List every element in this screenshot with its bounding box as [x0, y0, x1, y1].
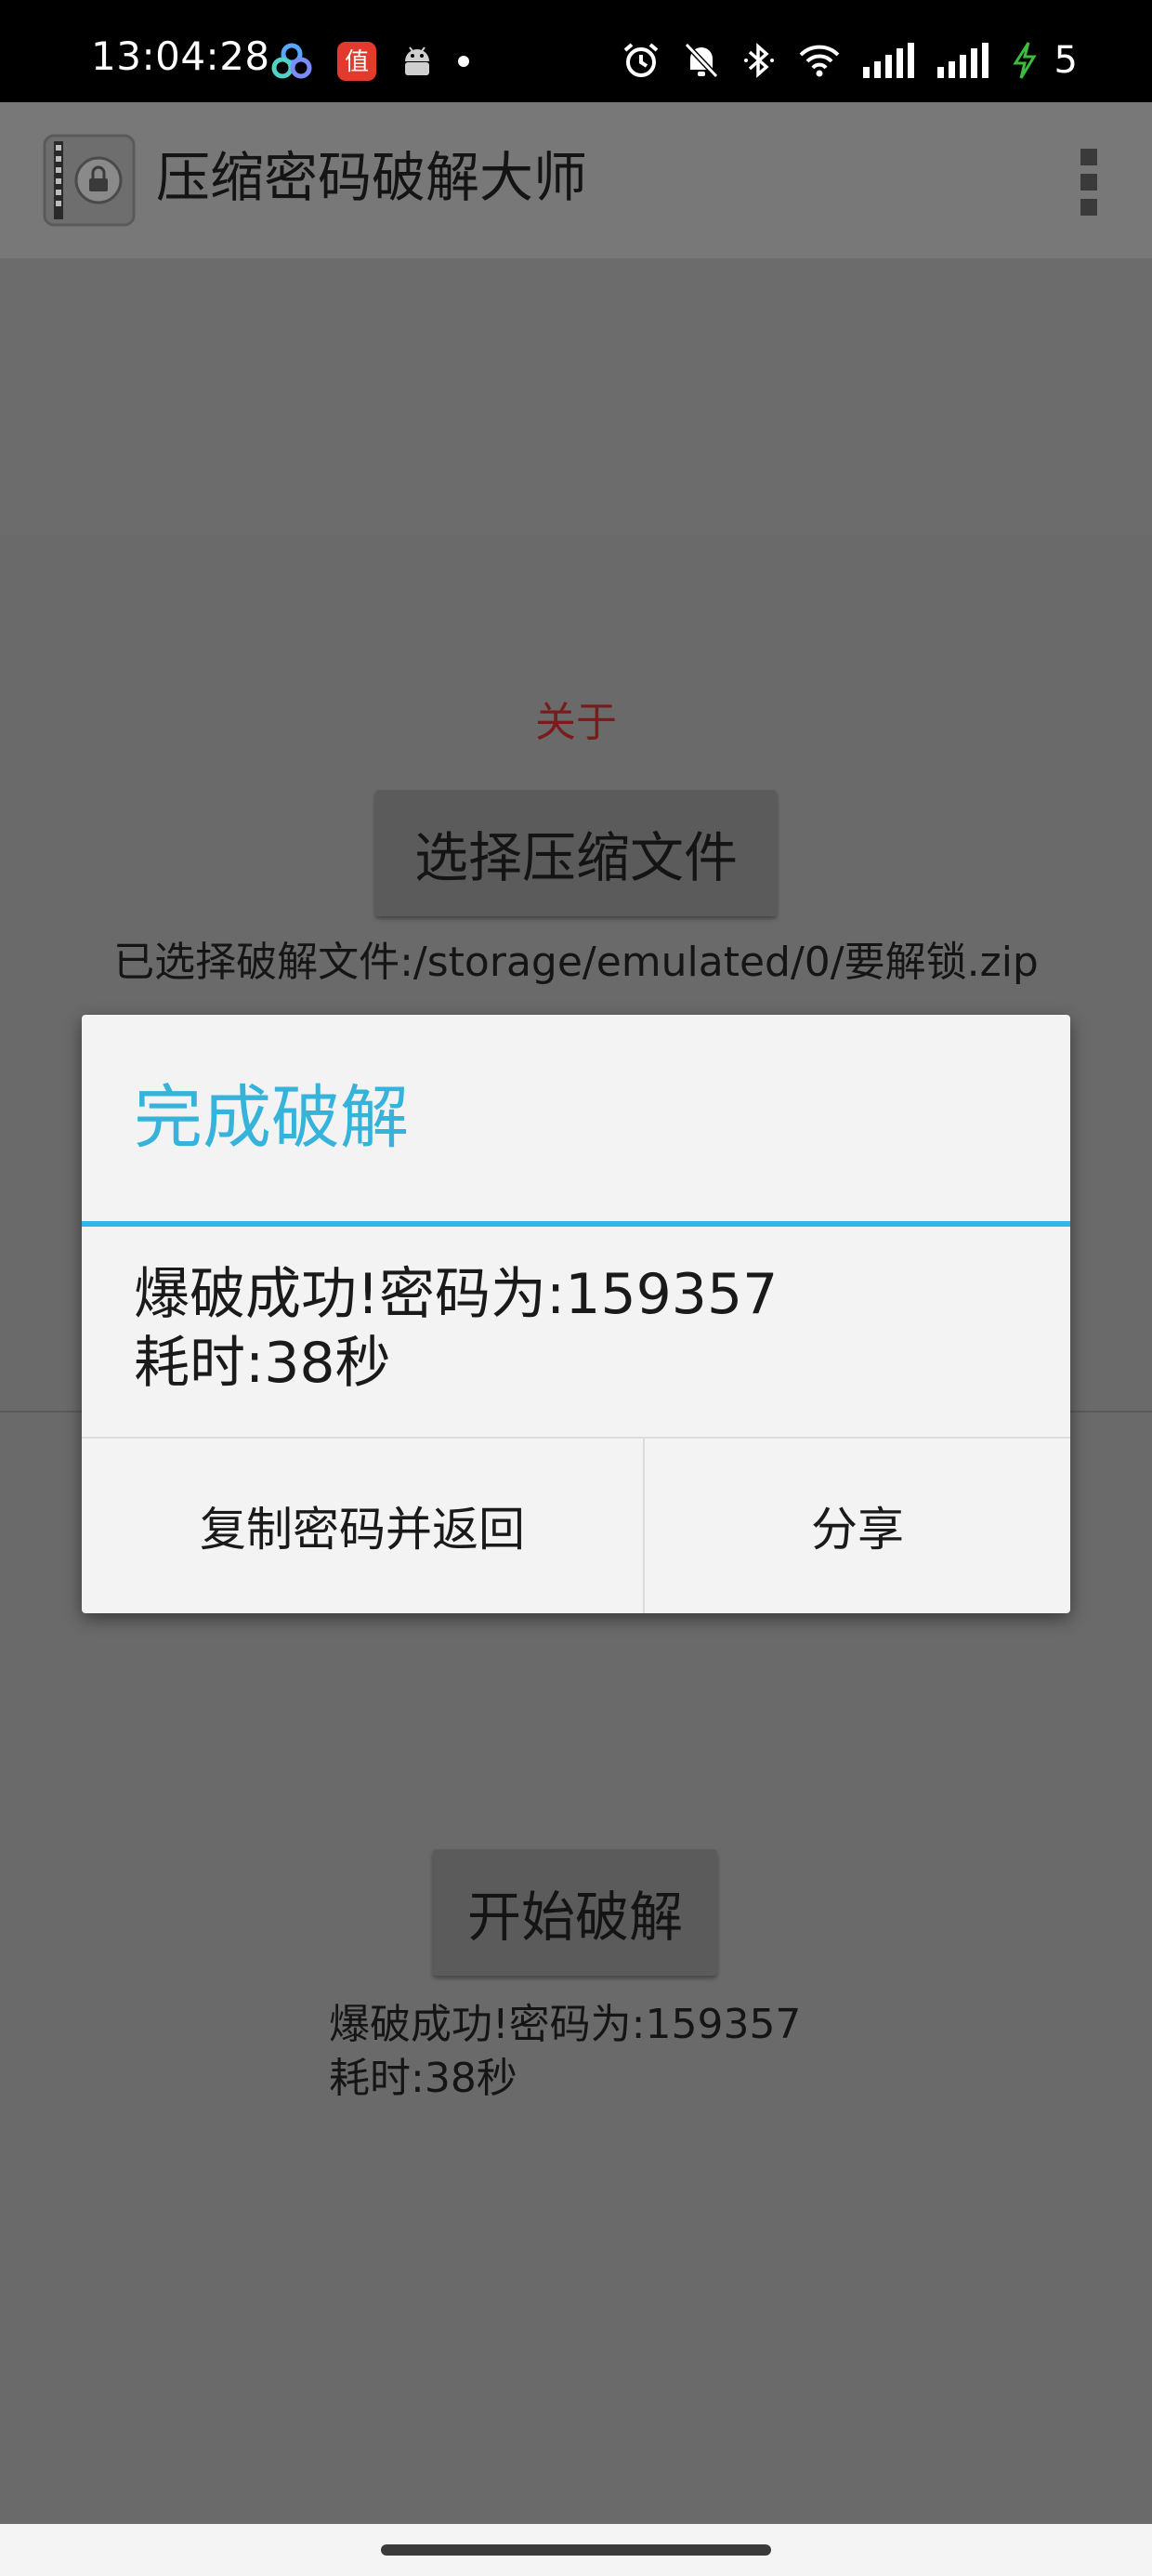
dialog-title: 完成破解 — [134, 1078, 409, 1158]
result-text: 爆破成功!密码为:159357 耗时:38秒 — [329, 1998, 801, 2106]
share-button[interactable]: 分享 — [645, 1439, 1070, 1613]
notification-icons: 值 — [271, 41, 470, 82]
app-icon — [43, 134, 136, 227]
system-icons: 5 — [622, 41, 1078, 80]
copy-password-button[interactable]: 复制密码并返回 — [82, 1439, 643, 1613]
dialog-message: 爆破成功!密码为:159357 耗时:38秒 — [134, 1260, 778, 1398]
alarm-icon — [622, 41, 661, 80]
app-title: 压缩密码破解大师 — [156, 146, 588, 209]
android-icon — [401, 45, 433, 78]
charging-icon — [1012, 41, 1038, 80]
mute-icon — [683, 41, 720, 80]
result-line-password: 爆破成功!密码为:159357 — [329, 2001, 802, 2048]
result-line-time: 耗时:38秒 — [329, 2055, 517, 2102]
signal-icon — [862, 43, 915, 78]
about-link[interactable]: 关于 — [0, 703, 1152, 743]
dialog-message-password: 爆破成功!密码为:159357 — [134, 1262, 779, 1327]
status-time: 13:04:28 — [91, 33, 270, 79]
navigation-bar — [0, 2524, 1152, 2576]
triple-ring-app-icon — [271, 43, 312, 80]
wifi-icon — [798, 43, 841, 78]
overflow-menu-icon[interactable] — [1070, 149, 1107, 216]
selected-file-path: 已选择破解文件:/storage/emulated/0/要解锁.zip — [113, 939, 1039, 986]
status-bar: 13:04:28 值 5 — [0, 0, 1152, 102]
start-crack-button[interactable]: 开始破解 — [433, 1849, 717, 1976]
zhi-app-icon: 值 — [336, 41, 377, 82]
battery-level: 5 — [1054, 39, 1078, 82]
dot-icon — [457, 55, 470, 68]
app-bar: 压缩密码破解大师 — [0, 102, 1152, 258]
bluetooth-icon — [742, 41, 776, 80]
signal-icon — [936, 43, 989, 78]
completion-dialog: 完成破解 爆破成功!密码为:159357 耗时:38秒 复制密码并返回 分享 — [82, 1015, 1070, 1613]
home-indicator[interactable] — [381, 2544, 771, 2556]
zhi-app-label: 值 — [345, 48, 369, 76]
content-band — [0, 258, 1152, 535]
select-file-button[interactable]: 选择压缩文件 — [375, 790, 777, 916]
dialog-message-time: 耗时:38秒 — [134, 1331, 391, 1396]
dialog-title-divider — [82, 1221, 1070, 1227]
